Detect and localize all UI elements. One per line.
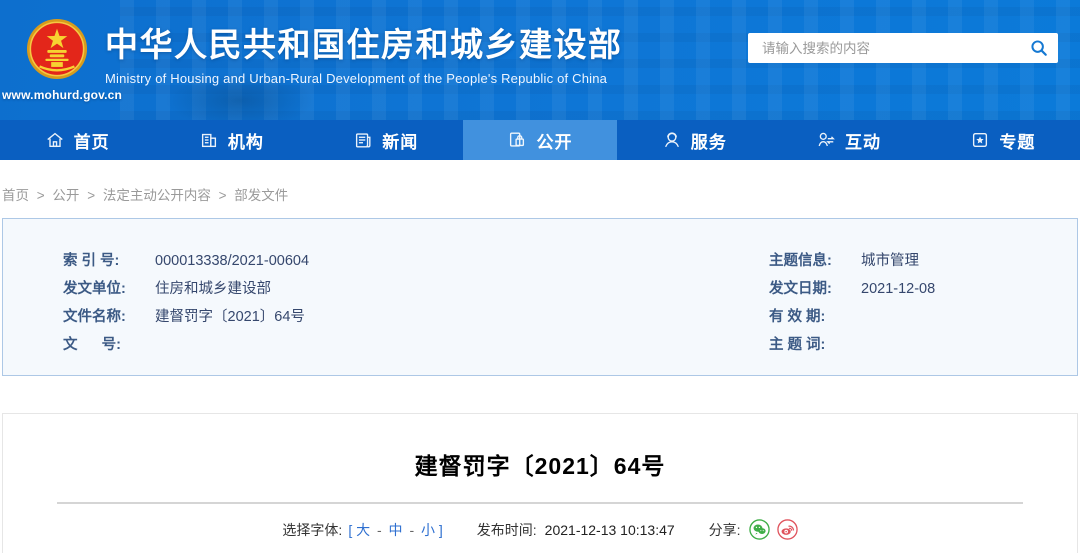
meta-label: 主 题 词: [769,337,826,353]
font-size-separator: - [409,521,415,538]
interaction-icon [816,130,836,150]
weibo-share-icon[interactable] [776,519,798,540]
meta-row-document-number: 文 号: [63,331,769,359]
search-input[interactable] [748,33,1020,63]
meta-row-issuing-unit: 发文单位: 住房和城乡建设部 [63,275,769,303]
font-selector-label: 选择字体: [282,521,343,538]
star-badge-icon [970,130,990,150]
nav-item-service[interactable]: 服务 [617,120,771,160]
breadcrumb: 首页 > 公开 > 法定主动公开内容 > 部发文件 [0,160,1080,218]
section-gap [0,376,1080,413]
meta-label: 索 引 号: [63,253,120,269]
site-subtitle-en: Ministry of Housing and Urban-Rural Deve… [105,70,608,86]
meta-label: 文 号: [63,337,121,353]
meta-value: 住房和城乡建设部 [155,281,271,297]
font-size-separator: - [376,521,382,538]
bracket-open: [ [348,521,353,538]
search-icon[interactable] [1020,33,1058,63]
publish-time-label: 发布时间: [476,521,537,538]
site-title: 中华人民共和国住房和城乡建设部 [105,26,623,63]
home-icon [45,130,65,150]
search-box[interactable] [748,33,1058,63]
nav-item-home[interactable]: 首页 [0,120,154,160]
wechat-share-icon[interactable] [748,519,770,540]
nav-item-news[interactable]: 新闻 [309,120,463,160]
national-emblem-icon [26,18,88,80]
site-url: www.mohurd.gov.cn [2,88,123,102]
breadcrumb-home[interactable]: 首页 [2,188,29,203]
nav-item-disclosure[interactable]: 公开 [462,120,618,160]
nav-item-special[interactable]: 专题 [926,120,1080,160]
meta-label: 发文单位: [63,281,126,297]
nav-label: 服务 [690,132,727,152]
breadcrumb-separator: > [218,188,227,203]
font-size-medium-button[interactable]: 中 [389,522,403,538]
title-divider [57,502,1023,504]
document-toolbar: 选择字体: [ 大 - 中 - 小 ] 发布时间: 2021-12-13 10:… [3,519,1077,540]
nav-label: 新闻 [382,132,419,152]
breadcrumb-separator: > [36,188,45,203]
breadcrumb-disclosure[interactable]: 公开 [52,188,79,203]
meta-row-keywords: 主 题 词: [769,331,1077,359]
breadcrumb-statutory-content[interactable]: 法定主动公开内容 [103,188,211,203]
nav-label: 公开 [536,132,573,152]
meta-value: 建督罚字〔2021〕64号 [155,309,305,325]
document-meta-box: 索 引 号: 000013338/2021-00604 发文单位: 住房和城乡建… [2,218,1078,376]
meta-row-document-name: 文件名称: 建督罚字〔2021〕64号 [63,303,769,331]
meta-value: 2021-12-08 [861,281,936,297]
font-size-large-button[interactable]: 大 [356,522,370,538]
nav-label: 机构 [227,132,264,152]
nav-item-interaction[interactable]: 互动 [771,120,925,160]
main-nav: 首页 机构 新闻 公开 服务 互动 专题 [0,120,1080,160]
share-label: 分享: [708,521,741,538]
meta-label: 主题信息: [769,253,832,269]
site-header: www.mohurd.gov.cn 中华人民共和国住房和城乡建设部 Minist… [0,0,1080,120]
disclosure-lock-icon [507,130,527,150]
meta-row-topic-info: 主题信息: 城市管理 [769,247,1077,275]
nav-label: 首页 [73,132,110,152]
meta-value: 城市管理 [861,253,919,269]
organization-icon [199,130,219,150]
bracket-close: ] [438,521,443,538]
news-icon [353,130,373,150]
publish-time: 2021-12-13 10:13:47 [544,521,675,538]
breadcrumb-ministry-documents[interactable]: 部发文件 [234,188,288,203]
meta-value: 000013338/2021-00604 [155,253,310,269]
font-size-small-button[interactable]: 小 [421,522,435,538]
document-panel: 建督罚字〔2021〕64号 选择字体: [ 大 - 中 - 小 ] 发布时间: … [2,413,1078,553]
meta-row-issue-date: 发文日期: 2021-12-08 [769,275,1077,303]
meta-label: 有 效 期: [769,309,826,325]
service-person-icon [662,130,682,150]
nav-item-organization[interactable]: 机构 [154,120,308,160]
document-title: 建督罚字〔2021〕64号 [414,453,666,479]
meta-label: 文件名称: [63,309,126,325]
meta-row-validity: 有 效 期: [769,303,1077,331]
breadcrumb-separator: > [87,188,96,203]
meta-label: 发文日期: [769,281,832,297]
nav-label: 互动 [845,132,882,152]
meta-row-index-number: 索 引 号: 000013338/2021-00604 [63,247,769,275]
font-size-selector: [ 大 - 中 - 小 ] [348,520,442,540]
nav-label: 专题 [999,132,1036,152]
